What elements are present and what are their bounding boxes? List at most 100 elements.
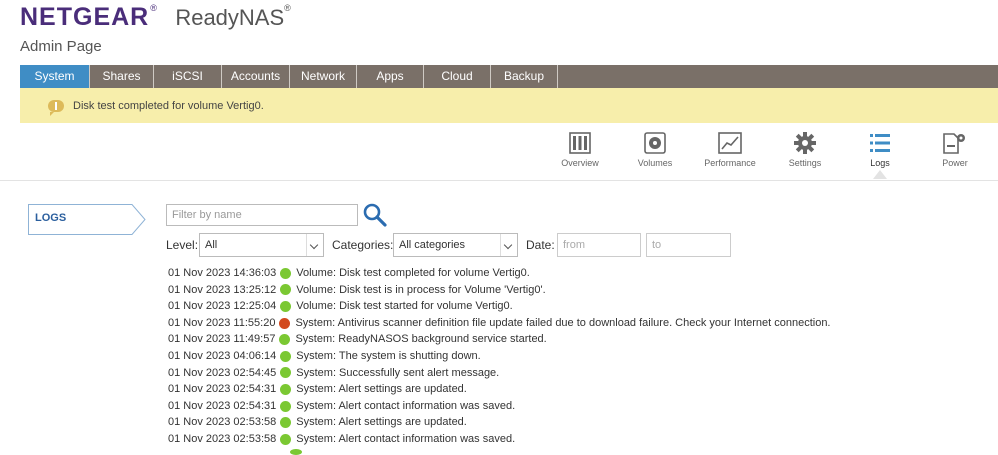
performance-icon — [718, 132, 742, 154]
level-value: All — [205, 239, 218, 251]
log-row: 01 Nov 2023 12:25:04 Volume: Disk test st… — [168, 298, 998, 315]
subnav-volumes[interactable]: Volumes — [625, 132, 685, 168]
log-message: System: Alert contact information was sa… — [296, 399, 516, 412]
categories-select[interactable]: All categories — [393, 233, 518, 257]
log-time: 01 Nov 2023 02:54:31 — [168, 383, 277, 396]
status-dot — [290, 449, 302, 455]
status-ok-icon — [280, 300, 292, 312]
notification-banner: Disk test completed for volume Vertig0. — [20, 88, 998, 123]
status-ok-icon — [280, 284, 292, 296]
brand-reg-mark: ® — [150, 3, 157, 13]
subnav-label: Volumes — [637, 158, 673, 168]
log-message: System: Alert contact information was sa… — [296, 432, 516, 445]
status-ok-icon — [280, 350, 292, 362]
date-to-input[interactable] — [646, 233, 731, 257]
log-list: 01 Nov 2023 14:36:03 Volume: Disk test co… — [168, 265, 998, 448]
active-subnav-caret — [873, 170, 887, 179]
tab-iscsi[interactable]: iSCSI — [154, 65, 222, 88]
subnav-power[interactable]: Power — [925, 132, 985, 168]
page-subtitle: Admin Page — [20, 38, 102, 55]
subnav-settings[interactable]: Settings — [775, 132, 835, 168]
notice-icon — [48, 99, 64, 116]
chevron-down-icon — [500, 234, 517, 256]
subnav-label: Overview — [561, 158, 599, 168]
chevron-down-icon — [306, 234, 323, 256]
log-row: 01 Nov 2023 02:53:58 System: Alert contac… — [168, 431, 998, 448]
log-row: 01 Nov 2023 02:53:58 System: Alert settin… — [168, 414, 998, 431]
log-message: Volume: Disk test completed for volume V… — [296, 267, 530, 279]
system-subnav: Overview Volumes Performance Settings Lo… — [0, 128, 998, 181]
tab-shares[interactable]: Shares — [90, 65, 154, 88]
log-row: 01 Nov 2023 02:54:45 System: Successfully… — [168, 365, 998, 382]
log-time: 01 Nov 2023 02:53:58 — [168, 416, 277, 429]
log-message: System: The system is shutting down. — [296, 349, 481, 362]
logs-icon — [870, 134, 890, 152]
settings-icon — [794, 132, 816, 154]
subnav-label: Logs — [870, 158, 890, 168]
log-row: 01 Nov 2023 02:54:31 System: Alert contac… — [168, 398, 998, 415]
tab-apps[interactable]: Apps — [357, 65, 424, 88]
log-message: System: ReadyNASOS background service st… — [295, 333, 547, 346]
log-row: 01 Nov 2023 14:36:03 Volume: Disk test co… — [168, 265, 998, 282]
categories-label: Categories: — [332, 238, 394, 252]
log-message: Volume: Disk test started for volume Ver… — [296, 300, 513, 313]
volumes-icon — [644, 132, 666, 154]
brand-logo: NETGEAR® ReadyNAS® — [20, 3, 291, 35]
subnav-overview[interactable]: Overview — [550, 132, 610, 168]
date-label: Date: — [526, 238, 555, 252]
status-ok-icon — [280, 267, 292, 279]
log-time: 01 Nov 2023 13:25:12 — [168, 283, 277, 296]
log-row: 01 Nov 2023 13:25:12 Volume: Disk test is… — [168, 282, 998, 299]
status-ok-icon — [280, 367, 292, 379]
status-ok-icon — [279, 334, 291, 346]
status-error-icon — [279, 317, 291, 329]
main-nav: System Shares iSCSI Accounts Network Apps Clou… — [20, 65, 998, 88]
subnav-label: Settings — [788, 158, 822, 168]
status-ok-icon — [280, 400, 292, 412]
overview-icon — [569, 132, 591, 154]
level-select[interactable]: All — [199, 233, 324, 257]
categories-value: All categories — [399, 239, 466, 251]
status-ok-icon — [280, 417, 292, 429]
tab-accounts[interactable]: Accounts — [222, 65, 290, 88]
sidebar-item-label: LOGS — [35, 212, 67, 224]
log-message: Volume: Disk test is in process for Volu… — [296, 283, 546, 296]
notification-text: Disk test completed for volume Vertig0. — [73, 99, 264, 112]
log-row: 01 Nov 2023 04:06:14 System: The system i… — [168, 348, 998, 365]
search-icon[interactable] — [362, 202, 388, 228]
log-message: System: Successfully sent alert message. — [296, 366, 500, 379]
log-time: 01 Nov 2023 14:36:03 — [168, 267, 277, 279]
filter-input[interactable] — [166, 204, 358, 226]
status-ok-icon — [280, 383, 292, 395]
log-time: 01 Nov 2023 04:06:14 — [168, 349, 277, 362]
log-row: 01 Nov 2023 11:55:20 System: Antivirus sc… — [168, 315, 998, 332]
product-name: ReadyNAS® — [175, 3, 291, 30]
log-message: System: Alert settings are updated. — [296, 416, 467, 429]
log-time: 01 Nov 2023 02:53:58 — [168, 432, 277, 445]
log-row: 01 Nov 2023 02:54:31 System: Alert settin… — [168, 381, 998, 398]
sidebar-item-logs[interactable]: LOGS — [28, 204, 146, 235]
log-time: 01 Nov 2023 11:55:20 — [168, 316, 276, 329]
tab-cloud[interactable]: Cloud — [424, 65, 491, 88]
subnav-logs[interactable]: Logs — [850, 132, 910, 168]
tab-system[interactable]: System — [20, 65, 90, 88]
date-from-input[interactable] — [557, 233, 641, 257]
power-icon — [943, 133, 965, 154]
product-reg-mark: ® — [284, 3, 291, 13]
log-message: System: Alert settings are updated. — [296, 383, 467, 396]
log-time: 01 Nov 2023 02:54:45 — [168, 366, 277, 379]
status-ok-icon — [280, 433, 292, 445]
product-name-text: ReadyNAS — [175, 5, 285, 30]
level-label: Level: — [166, 238, 199, 252]
brand-name: NETGEAR — [20, 3, 150, 31]
subnav-label: Power — [942, 158, 968, 168]
log-message: System: Antivirus scanner definition fil… — [295, 316, 831, 329]
log-time: 01 Nov 2023 02:54:31 — [168, 399, 277, 412]
tab-backup[interactable]: Backup — [491, 65, 558, 88]
subnav-performance[interactable]: Performance — [700, 132, 760, 168]
log-time: 01 Nov 2023 11:49:57 — [168, 333, 276, 346]
log-time: 01 Nov 2023 12:25:04 — [168, 300, 277, 313]
subnav-label: Performance — [704, 158, 756, 168]
tab-network[interactable]: Network — [290, 65, 357, 88]
log-row: 01 Nov 2023 11:49:57 System: ReadyNASOS b… — [168, 331, 998, 348]
